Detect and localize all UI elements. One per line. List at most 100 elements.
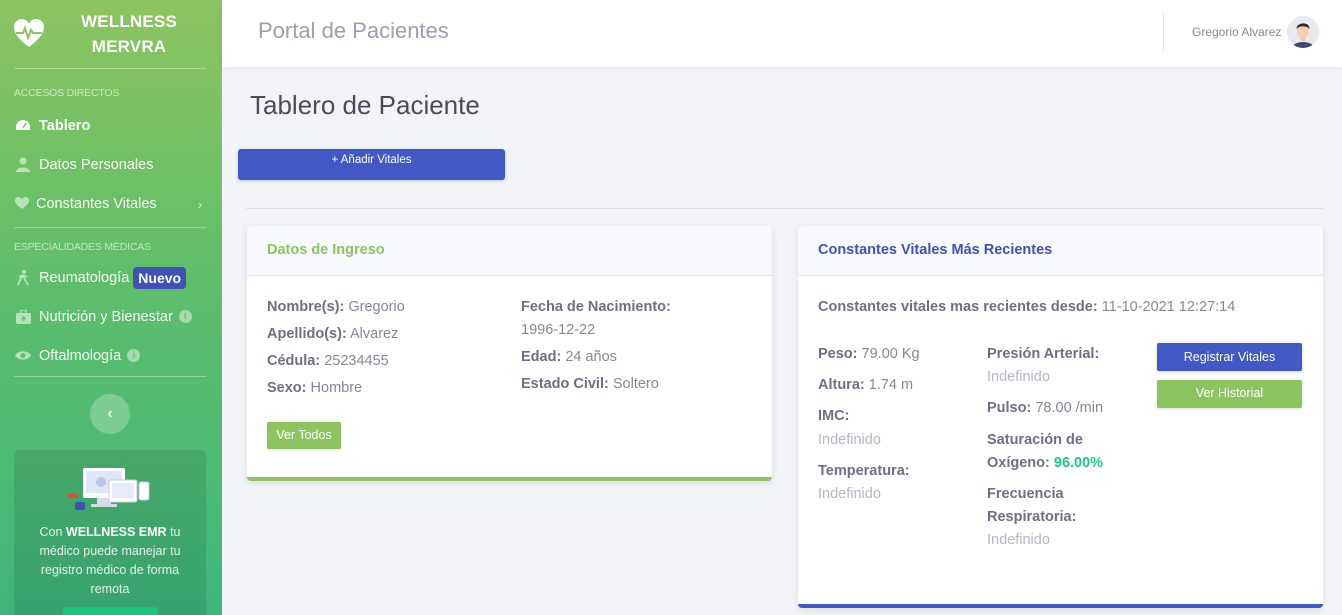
sidebar-heading-accesos: ACCESOS DIRECTOS [14, 87, 120, 99]
field-label: Cédula: [267, 353, 321, 369]
sidebar-item-oftalmologia[interactable]: Oftalmología i [0, 336, 222, 375]
content-divider [246, 208, 1323, 209]
field-saturacion-line2: Oxígeno: 96.00% [987, 455, 1103, 471]
field-label: Constantes vitales mas recientes desde: [818, 299, 1098, 315]
field-nombre: Nombre(s): Gregorio [267, 299, 405, 315]
user-name[interactable]: Gregorio Alvarez [1192, 25, 1281, 39]
field-temperatura-value: Indefinido [818, 486, 881, 502]
card-header: Constantes Vitales Más Recientes [798, 226, 1323, 276]
recent-vitals-card: Constantes Vitales Más Recientes Constan… [798, 226, 1323, 608]
field-label: Presión Arterial: [987, 346, 1100, 362]
field-temperatura: Temperatura: [818, 463, 910, 479]
walking-icon [15, 269, 31, 286]
field-cedula: Cédula: 25234455 [267, 353, 389, 369]
sidebar-item-label: Reumatología [39, 269, 130, 286]
field-value: 78.00 /min [1035, 400, 1104, 416]
sidebar-item-label: Constantes Vitales [36, 195, 157, 212]
avatar[interactable] [1287, 16, 1319, 48]
field-label: Edad: [521, 349, 562, 365]
brand-line2: MERVRA [91, 37, 167, 56]
field-estado-civil: Estado Civil: Soltero [521, 376, 659, 392]
field-label: Nombre(s): [267, 299, 345, 315]
field-label: Temperatura: [818, 463, 910, 479]
sidebar-item-tablero[interactable]: Tablero [0, 106, 222, 145]
card-header: Datos de Ingreso [247, 226, 772, 276]
field-label: Peso: [818, 346, 858, 362]
field-label: IMC: [818, 408, 850, 424]
field-value: 1996-12-22 [521, 322, 596, 338]
field-imc-value: Indefinido [818, 432, 881, 448]
brand[interactable]: WELLNESS MERVRA [0, 0, 222, 68]
sidebar-item-reumatologia[interactable]: Reumatología Nuevo [0, 258, 222, 297]
devices-illustration-icon [68, 468, 150, 510]
register-vitals-button[interactable]: Registrar Vitales [1157, 343, 1302, 371]
admission-data-card: Datos de Ingreso Nombre(s): Gregorio Ape… [247, 226, 772, 481]
field-value: 11-10-2021 12:27:14 [1101, 299, 1236, 315]
sidebar-item-label: Tablero [39, 117, 91, 134]
view-all-button[interactable]: Ver Todos [267, 422, 341, 449]
add-vitals-button[interactable]: + Añadir Vitales [238, 149, 505, 180]
field-value: 25234455 [324, 353, 389, 369]
field-presion: Presión Arterial: [987, 346, 1099, 362]
eye-icon [15, 348, 31, 364]
promo-text-bold: WELLNESS EMR [65, 525, 167, 539]
sidebar-heading-especialidades: ESPECIALIDADES MÉDICAS [14, 241, 151, 253]
heart-icon [14, 196, 30, 212]
field-altura: Altura: 1.74 m [818, 377, 913, 393]
sidebar-item-label: Oftalmología [39, 347, 122, 364]
brand-line1: WELLNESS [80, 12, 178, 31]
field-value: Alvarez [349, 326, 399, 342]
field-frecuencia-line2: Respiratoria: [987, 509, 1076, 525]
field-label: Altura: [818, 377, 865, 393]
sidebar: WELLNESS MERVRA ACCESOS DIRECTOS Tablero… [0, 0, 222, 615]
brand-name: WELLNESS MERVRA [46, 9, 212, 59]
dashboard-icon [15, 118, 31, 134]
field-label: Pulso: [987, 400, 1032, 416]
info-icon[interactable]: i [178, 310, 192, 323]
topbar-divider [1163, 12, 1164, 52]
vitals-since: Constantes vitales mas recientes desde: … [818, 299, 1235, 315]
field-label: Fecha de Nacimiento: [521, 299, 671, 315]
field-edad: Edad: 24 años [521, 349, 617, 365]
field-label: Estado Civil: [521, 376, 609, 392]
field-peso: Peso: 79.00 Kg [818, 346, 920, 362]
page-title: Tablero de Paciente [250, 90, 480, 120]
field-label: Respiratoria: [987, 509, 1077, 525]
field-saturacion: Saturación de [987, 432, 1083, 448]
field-fecha-nacimiento: Fecha de Nacimiento: [521, 299, 671, 315]
new-badge: Nuevo [133, 266, 187, 289]
portal-title: Portal de Pacientes [258, 18, 449, 43]
field-value: Soltero [612, 376, 659, 392]
info-icon[interactable]: i [127, 349, 141, 362]
field-sexo: Sexo: Hombre [267, 380, 362, 396]
field-label: Sexo: [267, 380, 307, 396]
view-history-button[interactable]: Ver Historial [1157, 380, 1302, 408]
sidebar-divider [14, 376, 206, 377]
sidebar-item-label: Datos Personales [39, 156, 154, 173]
field-label: Apellido(s): [267, 326, 347, 342]
field-pulso: Pulso: 78.00 /min [987, 400, 1103, 416]
medkit-icon [15, 309, 31, 325]
chevron-right-icon: › [197, 195, 202, 212]
field-value: Hombre [310, 380, 363, 396]
field-value: 1.74 m [868, 377, 914, 393]
user-icon [15, 157, 31, 173]
field-frecuencia-value: Indefinido [987, 532, 1050, 548]
sidebar-item-datos-personales[interactable]: Datos Personales [0, 145, 222, 184]
field-fecha-value: 1996-12-22 [521, 322, 595, 338]
user-avatar-icon [1287, 16, 1319, 48]
sidebar-item-label: Nutrición y Bienestar [39, 308, 173, 325]
promo-button[interactable] [63, 607, 157, 615]
sidebar-item-nutricion[interactable]: Nutrición y Bienestar i [0, 297, 222, 336]
field-value: 96.00% [1053, 455, 1104, 471]
sidebar-toggle-button[interactable]: ‹ [90, 394, 130, 434]
field-value: 79.00 Kg [861, 346, 920, 362]
field-frecuencia: Frecuencia [987, 486, 1064, 502]
field-apellido: Apellido(s): Alvarez [267, 326, 398, 342]
heart-pulse-icon [14, 19, 44, 47]
field-label: Saturación de [987, 432, 1083, 448]
promo-card: Con WELLNESS EMR tu médico puede manejar… [14, 450, 206, 615]
sidebar-item-constantes-vitales[interactable]: Constantes Vitales › [0, 184, 222, 223]
field-value: Gregorio [348, 299, 405, 315]
field-presion-value: Indefinido [987, 369, 1050, 385]
